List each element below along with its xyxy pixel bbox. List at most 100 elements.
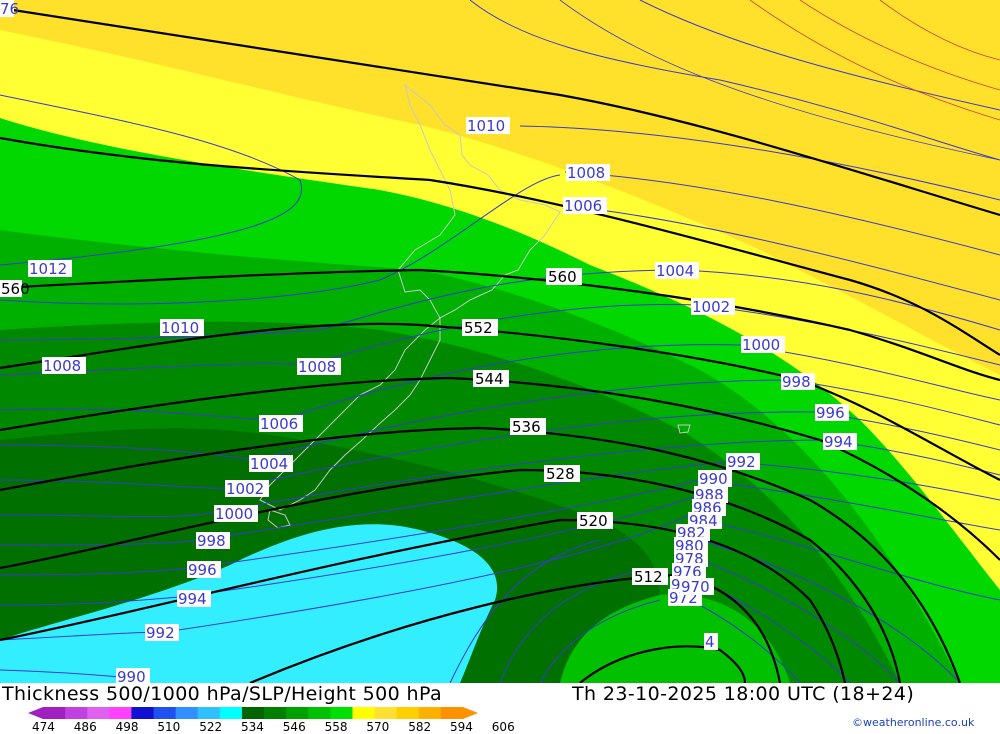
svg-text:1004: 1004 <box>656 262 694 280</box>
slp-label: 1010 <box>466 117 510 135</box>
legend-swatch <box>109 707 132 719</box>
legend-swatch <box>308 707 331 719</box>
legend-swatch <box>264 707 287 719</box>
legend-swatch <box>153 707 177 719</box>
slp-label: 1000 <box>214 505 258 523</box>
svg-text:994: 994 <box>824 433 853 451</box>
legend-swatch <box>175 707 199 719</box>
slp-label: 1006 <box>563 197 607 215</box>
legend-swatch <box>286 707 309 719</box>
height-label: 536 <box>510 418 546 436</box>
svg-text:512: 512 <box>634 568 663 586</box>
slp-label: 992 <box>145 624 179 642</box>
svg-text:1008: 1008 <box>43 357 81 375</box>
legend-label: 570 <box>366 720 390 734</box>
svg-text:992: 992 <box>146 624 175 642</box>
legend-label: 582 <box>408 720 432 734</box>
slp-label: 996 <box>187 561 221 579</box>
legend-swatch <box>418 707 442 719</box>
svg-text:996: 996 <box>816 404 845 422</box>
svg-text:520: 520 <box>579 512 608 530</box>
map-title: Thickness 500/1000 hPa/SLP/Height 500 hP… <box>2 683 443 705</box>
legend-swatch <box>197 707 221 719</box>
height-label: 552 <box>462 319 498 337</box>
height-label: 560 <box>0 280 30 298</box>
svg-text:76: 76 <box>0 0 19 18</box>
legend-label: 510 <box>157 720 181 734</box>
slp-label: 1004 <box>655 262 699 280</box>
slp-label: 1006 <box>259 415 303 433</box>
svg-text:544: 544 <box>475 370 504 388</box>
slp-label: 998 <box>196 532 230 550</box>
height-label: 560 <box>546 268 582 286</box>
svg-text:528: 528 <box>546 465 575 483</box>
legend-swatch <box>352 707 376 719</box>
credit-link[interactable]: ©weatheronline.co.uk <box>852 716 974 729</box>
legend-arrow-left <box>28 707 43 719</box>
legend-swatch <box>87 707 110 719</box>
legend-label: 534 <box>241 720 264 734</box>
svg-text:998: 998 <box>782 373 811 391</box>
slp-label: 1000 <box>741 336 785 354</box>
svg-text:996: 996 <box>188 561 217 579</box>
legend-label: 498 <box>115 720 139 734</box>
legend-label: 522 <box>199 720 223 734</box>
svg-text:990: 990 <box>117 668 146 683</box>
legend-label: 606 <box>491 720 515 734</box>
svg-text:1008: 1008 <box>298 358 336 376</box>
height-label: 520 <box>577 512 613 530</box>
legend-swatch <box>219 707 243 719</box>
svg-text:994: 994 <box>178 590 207 608</box>
svg-text:1000: 1000 <box>742 336 780 354</box>
svg-text:1006: 1006 <box>564 197 602 215</box>
legend-swatch <box>131 707 155 719</box>
slp-label: 4 <box>704 633 718 651</box>
slp-label: 990 <box>116 668 150 683</box>
svg-text:1008: 1008 <box>567 164 605 182</box>
svg-text:1002: 1002 <box>692 298 730 316</box>
legend-swatch <box>374 707 398 719</box>
slp-label: 1010 <box>160 319 204 337</box>
svg-text:560: 560 <box>548 268 577 286</box>
slp-label: 1008 <box>566 164 610 182</box>
legend-swatch <box>440 707 464 719</box>
svg-text:536: 536 <box>512 418 541 436</box>
svg-text:4: 4 <box>705 633 715 651</box>
svg-text:992: 992 <box>727 453 756 471</box>
svg-text:970: 970 <box>681 578 710 596</box>
color-legend <box>28 707 478 719</box>
svg-text:1012: 1012 <box>29 260 67 278</box>
svg-text:552: 552 <box>464 319 493 337</box>
slp-label: 1012 <box>28 260 72 278</box>
slp-label: 970 <box>680 578 714 596</box>
slp-label: 994 <box>823 433 857 451</box>
legend-label: 594 <box>450 720 473 734</box>
slp-label: 998 <box>781 373 815 391</box>
svg-text:998: 998 <box>197 532 226 550</box>
legend-swatch <box>43 707 66 719</box>
svg-text:1010: 1010 <box>467 117 505 135</box>
svg-text:1002: 1002 <box>226 480 264 498</box>
legend-swatch <box>241 707 265 719</box>
legend-swatches <box>28 707 478 719</box>
valid-time: Th 23-10-2025 18:00 UTC (18+24) <box>572 683 915 705</box>
slp-corner-label: 76 <box>0 0 19 18</box>
slp-label: 1008 <box>297 358 341 376</box>
legend-label: 486 <box>73 720 97 734</box>
legend-label: 546 <box>282 720 306 734</box>
weather-map: 560 560 552 544 536 528 520 512 76 1010 … <box>0 0 1000 683</box>
legend-label: 558 <box>324 720 348 734</box>
slp-label: 992 <box>726 453 760 471</box>
map-footer: Thickness 500/1000 hPa/SLP/Height 500 hP… <box>0 683 1000 734</box>
svg-text:1004: 1004 <box>250 455 288 473</box>
slp-label: 994 <box>177 590 211 608</box>
svg-text:560: 560 <box>1 280 30 298</box>
slp-label: 1004 <box>249 455 293 473</box>
height-label: 512 <box>632 568 668 586</box>
legend-labels: 474 486 498 510 522 534 546 558 570 582 594 606 <box>0 720 520 734</box>
slp-label: 996 <box>815 404 849 422</box>
slp-label: 1002 <box>225 480 269 498</box>
height-label: 528 <box>544 465 580 483</box>
legend-swatch <box>65 707 88 719</box>
height-label: 544 <box>473 370 509 388</box>
